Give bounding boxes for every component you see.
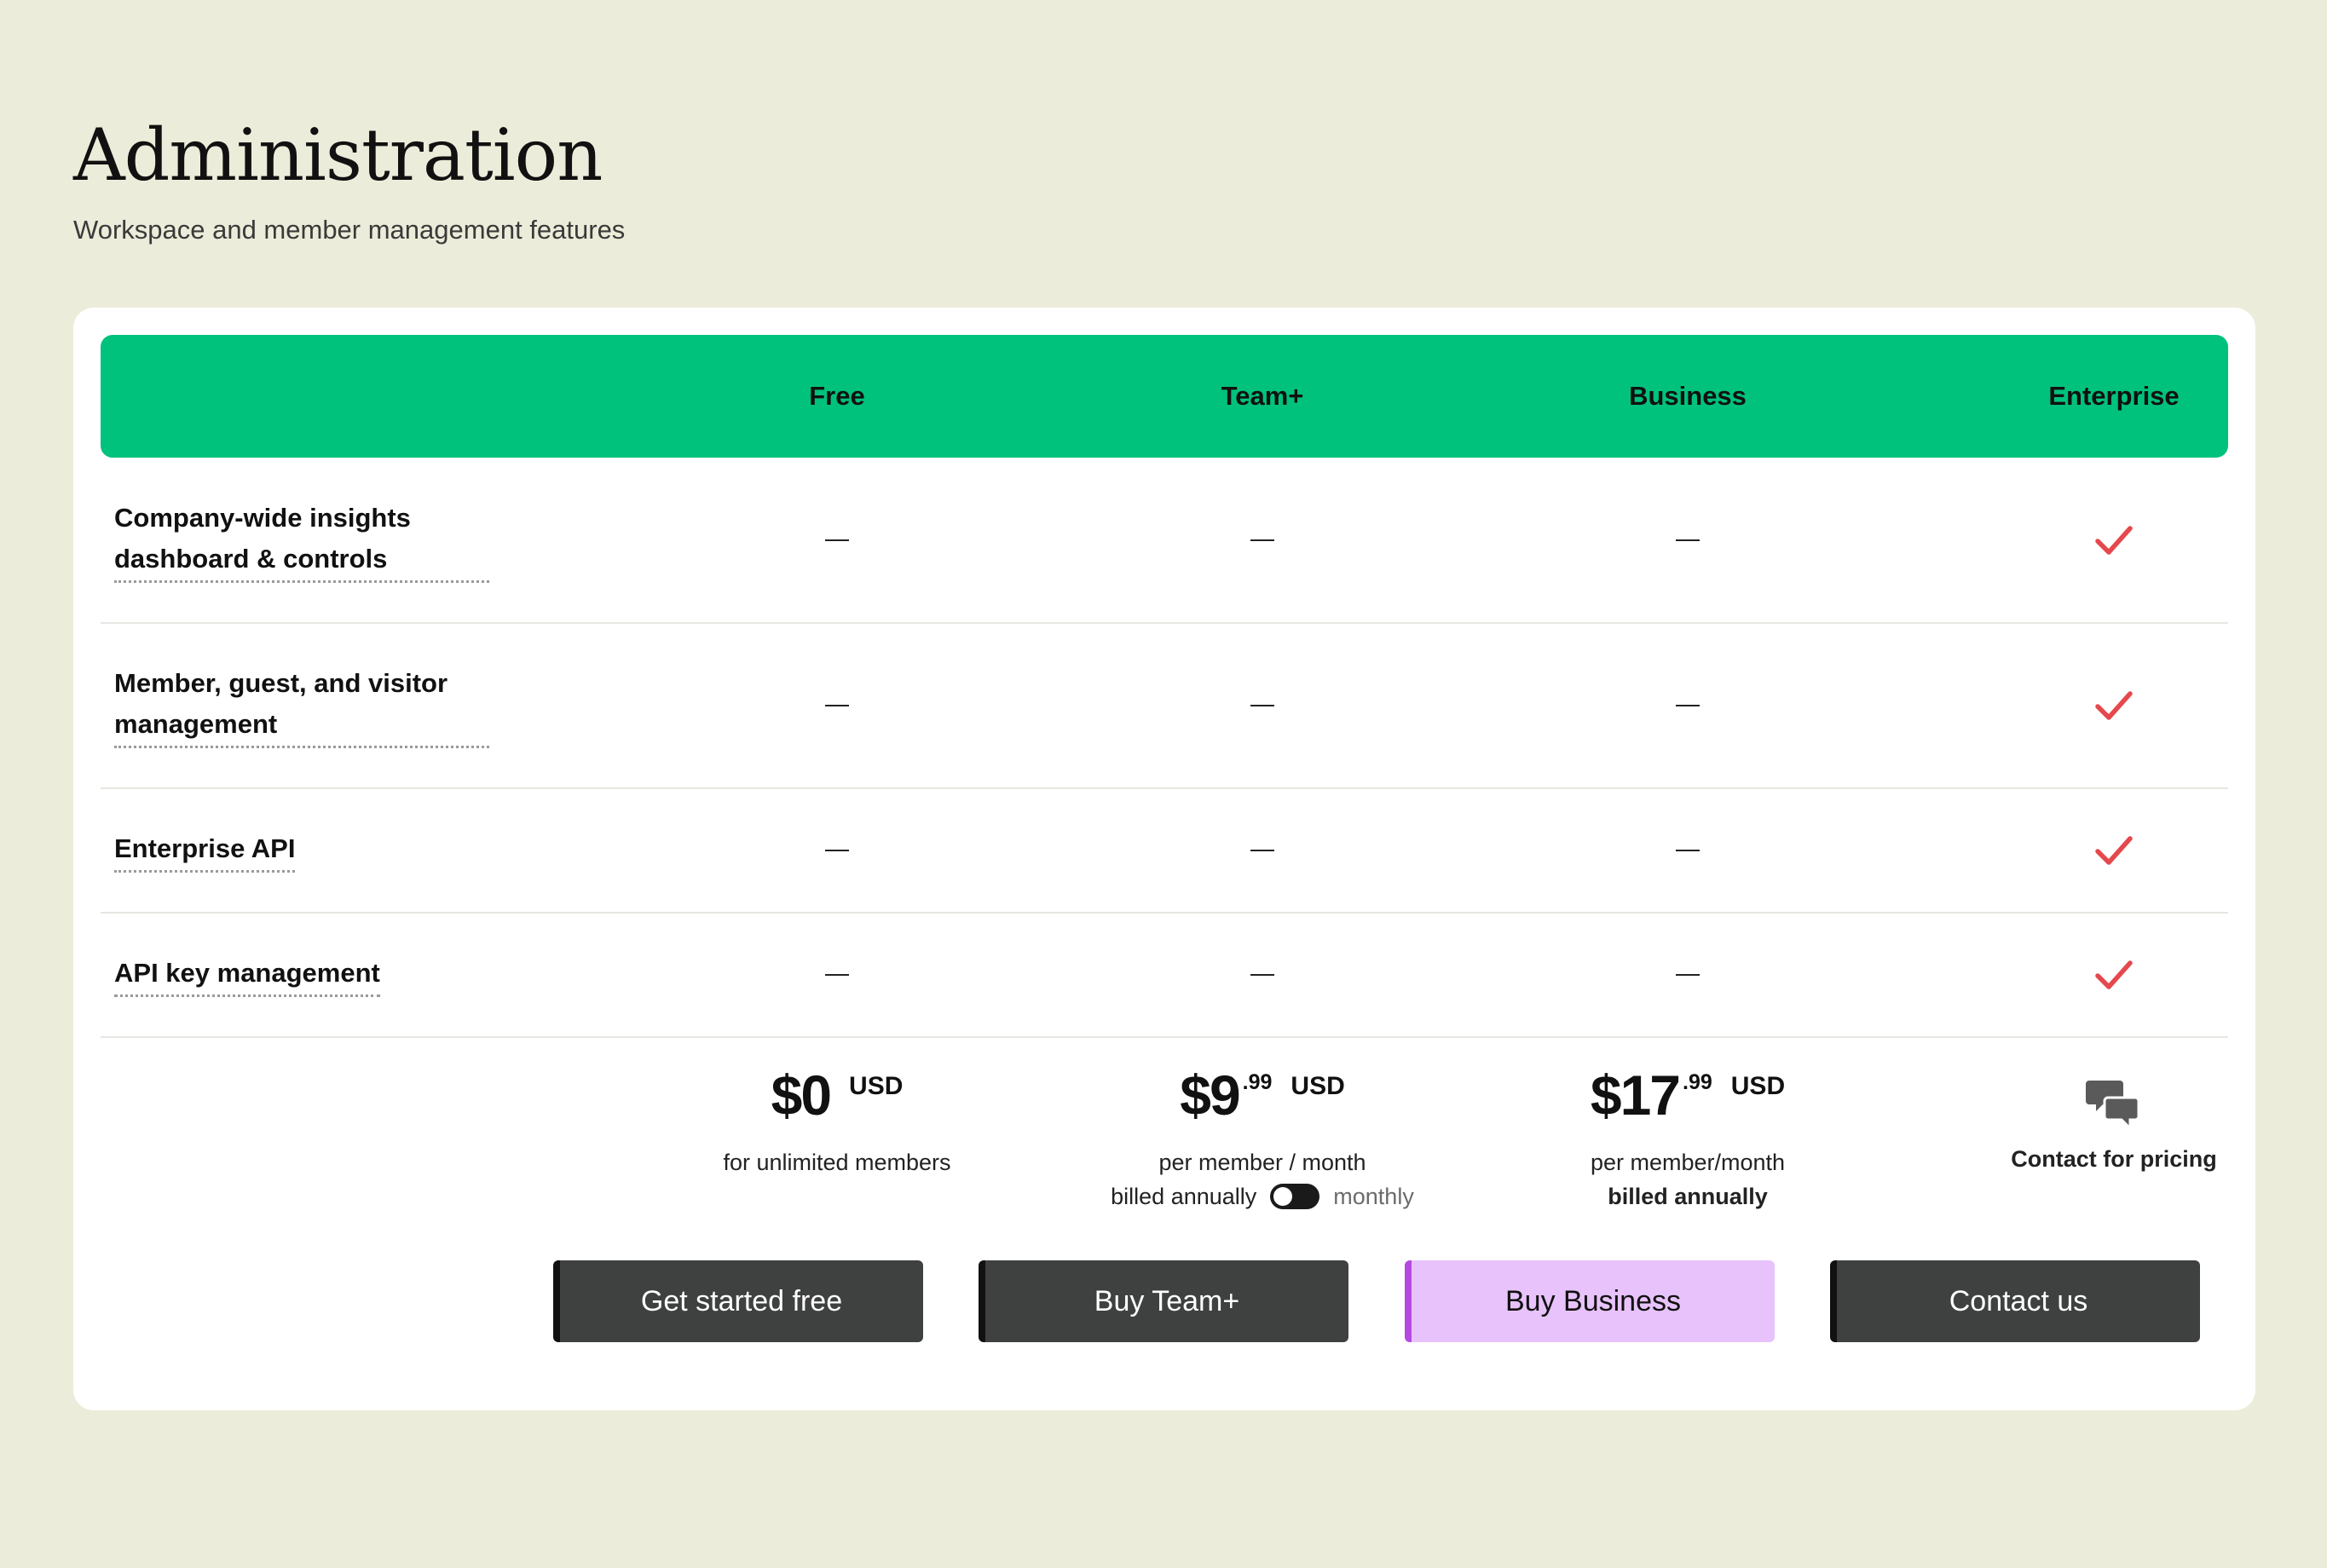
price-note: per member / month xyxy=(1158,1150,1366,1175)
price-currency: USD xyxy=(849,1072,904,1100)
chat-bubbles-icon xyxy=(1926,1077,2301,1137)
dash-icon xyxy=(1676,850,1700,851)
get-started-free-button[interactable]: Get started free xyxy=(553,1260,923,1342)
plan-header-enterprise: Enterprise xyxy=(2048,381,2180,411)
price-amount: $9 xyxy=(1180,1064,1240,1127)
not-included-dash xyxy=(1075,789,1450,912)
feature-label[interactable]: Enterprise API xyxy=(114,789,489,912)
dash-icon xyxy=(825,974,849,976)
check-icon xyxy=(1926,458,2301,622)
price-note: Contact for pricing xyxy=(2011,1146,2217,1172)
feature-label[interactable]: API key management xyxy=(114,914,489,1036)
price-cents: .99 xyxy=(1683,1070,1712,1094)
plan-header-free: Free xyxy=(809,381,865,411)
price-team: $9 .99 USD per member / month billed ann… xyxy=(1075,1038,1450,1225)
price-note: per member/month xyxy=(1590,1150,1786,1175)
dash-icon xyxy=(1676,974,1700,976)
price-amount: $17 xyxy=(1590,1064,1681,1127)
not-included-dash xyxy=(1075,624,1450,787)
dash-icon xyxy=(1676,705,1700,706)
dash-icon xyxy=(825,850,849,851)
check-icon xyxy=(1926,789,2301,912)
contact-us-button[interactable]: Contact us xyxy=(1830,1260,2200,1342)
dash-icon xyxy=(1250,974,1274,976)
price-free: $0 USD for unlimited members xyxy=(650,1038,1025,1225)
feature-row: API key management xyxy=(101,914,2228,1038)
dash-icon xyxy=(1250,705,1274,706)
not-included-dash xyxy=(1075,914,1450,1036)
feature-row: Company-wide insights dashboard & contro… xyxy=(101,458,2228,624)
buy-business-button[interactable]: Buy Business xyxy=(1405,1260,1775,1342)
price-currency: USD xyxy=(1730,1072,1786,1100)
feature-row: Enterprise API xyxy=(101,789,2228,914)
dash-icon xyxy=(1250,539,1274,541)
page-title: Administration xyxy=(73,113,603,197)
not-included-dash xyxy=(650,914,1025,1036)
billing-annually-label: billed annually xyxy=(1111,1184,1257,1209)
billing-note: billed annually xyxy=(1608,1184,1768,1209)
not-included-dash xyxy=(650,624,1025,787)
toggle-knob xyxy=(1273,1187,1293,1206)
price-amount: $0 xyxy=(771,1064,832,1127)
check-icon xyxy=(1926,624,2301,787)
feature-label[interactable]: Member, guest, and visitor management xyxy=(114,624,489,787)
not-included-dash xyxy=(650,458,1025,622)
check-icon xyxy=(1926,914,2301,1036)
pricing-comparison-card: Free Team+ Business Enterprise Company-w… xyxy=(73,308,2255,1410)
plan-header-team: Team+ xyxy=(1221,381,1304,411)
feature-row: Member, guest, and visitor management xyxy=(101,624,2228,789)
plans-header: Free Team+ Business Enterprise xyxy=(101,335,2228,458)
not-included-dash xyxy=(1500,624,1875,787)
billing-toggle[interactable] xyxy=(1270,1184,1320,1209)
not-included-dash xyxy=(1500,789,1875,912)
page-subtitle: Workspace and member management features xyxy=(73,215,626,245)
not-included-dash xyxy=(1500,458,1875,622)
price-currency: USD xyxy=(1291,1072,1345,1100)
price-enterprise: Contact for pricing xyxy=(1926,1038,2301,1225)
plan-header-business: Business xyxy=(1629,381,1747,411)
billing-monthly-label: monthly xyxy=(1333,1184,1414,1209)
price-business: $17 .99 USD per member/month billed annu… xyxy=(1500,1038,1875,1225)
pricing-row: $0 USD for unlimited members $9 .99 USD … xyxy=(101,1038,2228,1242)
not-included-dash xyxy=(650,789,1025,912)
price-cents: .99 xyxy=(1242,1070,1273,1094)
dash-icon xyxy=(1676,539,1700,541)
dash-icon xyxy=(825,539,849,541)
feature-label[interactable]: Company-wide insights dashboard & contro… xyxy=(114,458,489,622)
dash-icon xyxy=(1250,850,1274,851)
buy-team-plus-button[interactable]: Buy Team+ xyxy=(979,1260,1348,1342)
dash-icon xyxy=(825,705,849,706)
price-note: for unlimited members xyxy=(723,1150,951,1175)
not-included-dash xyxy=(1500,914,1875,1036)
not-included-dash xyxy=(1075,458,1450,622)
billing-toggle-row: billed annually monthly xyxy=(1075,1179,1450,1213)
